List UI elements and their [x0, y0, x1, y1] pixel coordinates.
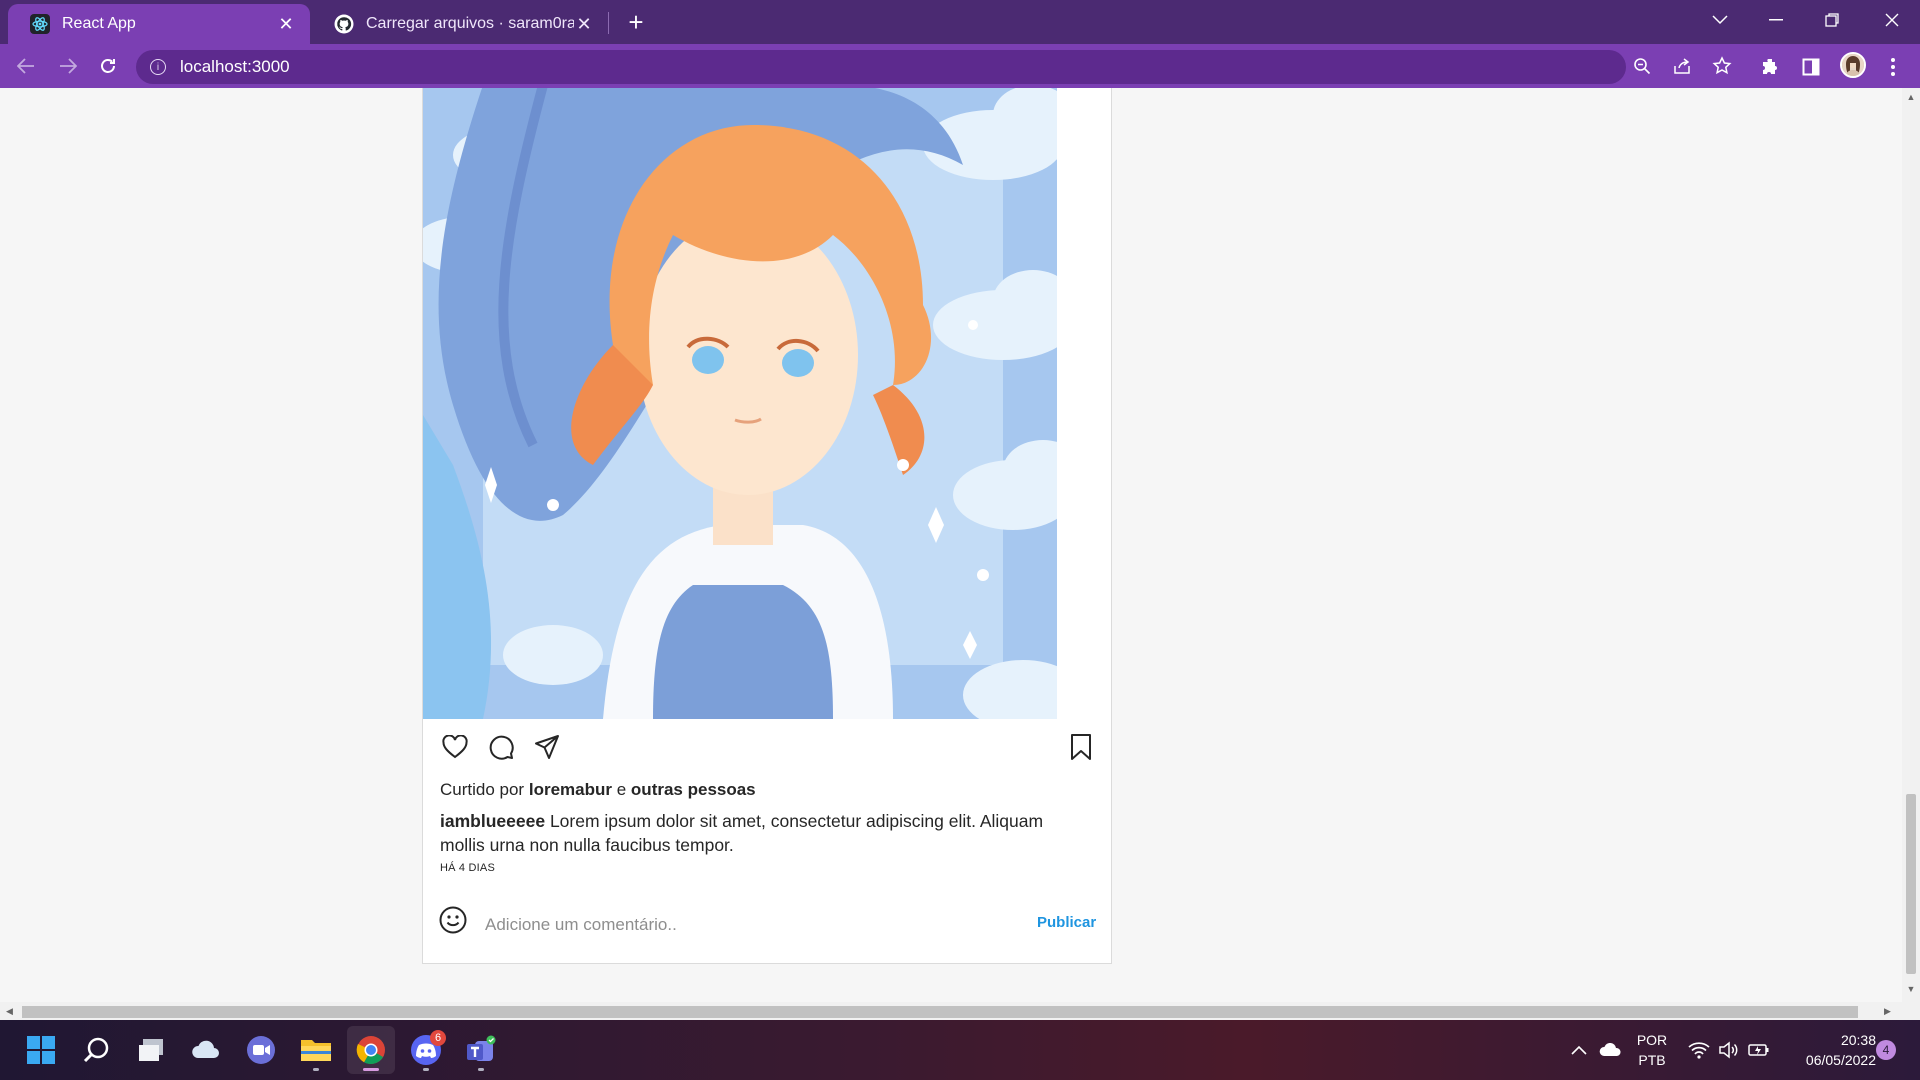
likes-conjunction: e — [616, 780, 627, 799]
app-running-indicator — [423, 1068, 429, 1071]
notification-count-badge[interactable]: 4 — [1876, 1040, 1896, 1060]
app-running-indicator — [478, 1068, 484, 1071]
tab-search-chevron-icon[interactable] — [1700, 4, 1740, 36]
post-timestamp: HÁ 4 DIAS — [440, 862, 495, 874]
tab-react-app[interactable]: React App ✕ — [8, 4, 310, 44]
bookmark-star-icon[interactable] — [1710, 54, 1734, 78]
zoom-video-icon[interactable] — [237, 1026, 285, 1074]
bookmark-icon[interactable] — [1067, 733, 1095, 761]
post-caption: iamblueeeee Lorem ipsum dolor sit amet, … — [440, 809, 1090, 857]
task-view-icon[interactable] — [127, 1026, 175, 1074]
restore-icon[interactable] — [1812, 4, 1852, 36]
scroll-right-icon[interactable]: ▶ — [1884, 1006, 1894, 1016]
close-tab-icon[interactable]: ✕ — [276, 14, 296, 34]
close-tab-icon[interactable]: ✕ — [574, 14, 594, 34]
wifi-icon[interactable] — [1684, 1020, 1714, 1080]
volume-icon[interactable] — [1714, 1020, 1744, 1080]
chrome-icon[interactable] — [347, 1026, 395, 1074]
post-image — [423, 88, 1057, 719]
onedrive-icon[interactable] — [182, 1026, 230, 1074]
tab-title: React App — [62, 15, 136, 32]
likes-prefix: Curtido por — [440, 780, 525, 799]
windows-start-icon[interactable] — [17, 1026, 65, 1074]
zoom-icon[interactable] — [1630, 54, 1654, 78]
teams-icon[interactable] — [457, 1026, 505, 1074]
onedrive-tray-icon[interactable] — [1596, 1020, 1626, 1080]
tab-github-upload[interactable]: Carregar arquivos · saram0rais/sa ✕ — [312, 4, 608, 44]
discord-icon[interactable]: 6 — [402, 1026, 450, 1074]
publish-button[interactable]: Publicar — [1037, 914, 1096, 931]
clock-time: 20:38 — [1840, 1032, 1876, 1048]
liked-by-user-link[interactable]: loremabur — [529, 780, 612, 799]
vertical-scrollbar[interactable]: ▲ ▼ — [1902, 88, 1920, 1002]
horizontal-scroll-thumb[interactable] — [22, 1006, 1858, 1018]
share-icon[interactable] — [533, 733, 561, 761]
site-info-icon[interactable]: i — [150, 59, 166, 75]
kebab-menu-icon[interactable] — [1880, 54, 1906, 80]
forward-arrow-icon[interactable] — [52, 50, 84, 82]
comment-input[interactable] — [485, 912, 1005, 938]
liked-by-others-link[interactable]: outras pessoas — [631, 780, 756, 799]
show-hidden-icons-chevron-icon[interactable] — [1566, 1020, 1592, 1080]
address-bar[interactable]: i localhost:3000 — [136, 50, 1626, 84]
caption-username-link[interactable]: iamblueeeee — [440, 811, 545, 831]
search-icon[interactable] — [72, 1026, 120, 1074]
reload-icon[interactable] — [92, 50, 124, 82]
likes-summary: Curtido por loremabur e outras pessoas — [440, 780, 756, 800]
heart-icon[interactable] — [441, 733, 469, 761]
battery-charging-icon[interactable] — [1744, 1020, 1774, 1080]
horizontal-scrollbar[interactable]: ◀ ▶ — [0, 1002, 1920, 1020]
post-actions — [441, 733, 561, 763]
scroll-up-icon[interactable]: ▲ — [1906, 92, 1916, 102]
vertical-scroll-thumb[interactable] — [1906, 794, 1916, 974]
app-running-indicator — [313, 1068, 319, 1071]
language-code: POR — [1636, 1032, 1668, 1048]
clock-date: 06/05/2022 — [1805, 1052, 1876, 1068]
discord-notification-badge: 6 — [430, 1030, 446, 1046]
share-page-icon[interactable] — [1670, 54, 1694, 78]
keyboard-layout-code: PTB — [1638, 1052, 1666, 1068]
comment-form: Publicar — [423, 890, 1111, 960]
scroll-down-icon[interactable]: ▼ — [1906, 984, 1916, 994]
profile-avatar[interactable] — [1840, 52, 1866, 78]
browser-toolbar: i localhost:3000 — [0, 44, 1920, 88]
address-text: localhost:3000 — [180, 57, 290, 76]
emoji-icon[interactable] — [439, 906, 467, 934]
scroll-left-icon[interactable]: ◀ — [6, 1006, 16, 1016]
input-language-indicator[interactable]: POR PTB — [1624, 1030, 1680, 1070]
side-panel-icon[interactable] — [1798, 54, 1824, 80]
react-logo-icon — [30, 14, 50, 34]
taskbar-clock[interactable]: 20:38 06/05/2022 — [1776, 1030, 1876, 1070]
comment-icon[interactable] — [487, 733, 515, 761]
app-active-indicator — [363, 1068, 379, 1071]
new-tab-button[interactable]: + — [622, 7, 650, 37]
tab-title: Carregar arquivos · saram0rais/sa — [366, 15, 574, 32]
extensions-puzzle-icon[interactable] — [1758, 54, 1784, 80]
tab-strip: React App ✕ Carregar arquivos · saram0ra… — [0, 0, 1920, 44]
post-card: Curtido por loremabur e outras pessoas i… — [422, 88, 1112, 964]
back-arrow-icon[interactable] — [10, 50, 42, 82]
file-explorer-icon[interactable] — [292, 1026, 340, 1074]
close-window-icon[interactable] — [1872, 4, 1912, 36]
minimize-icon[interactable] — [1756, 4, 1796, 36]
github-logo-icon — [334, 14, 354, 34]
page-viewport: Curtido por loremabur e outras pessoas i… — [0, 88, 1902, 1002]
tab-separator — [608, 12, 609, 34]
